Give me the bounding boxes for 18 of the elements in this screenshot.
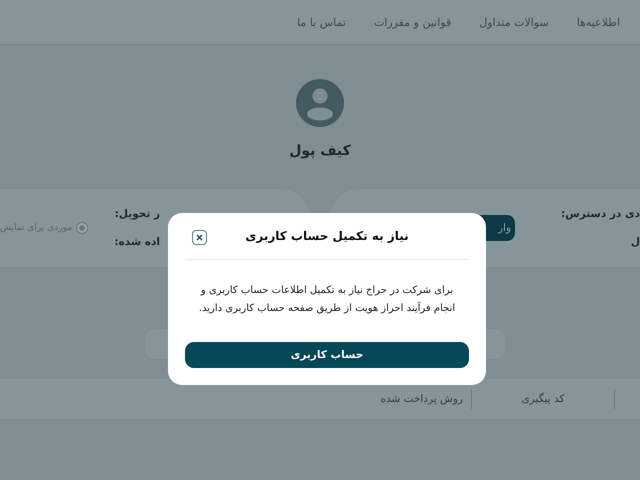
- card-label: اده شده:: [114, 236, 160, 248]
- column-header: روش پرداخت شده: [0, 389, 472, 409]
- column-header: کد پیگیری: [472, 389, 615, 409]
- nav-link[interactable]: سوالات متداول: [479, 16, 549, 28]
- nav-link[interactable]: قوانین و مقررات: [374, 16, 452, 28]
- avatar-icon: [296, 79, 344, 127]
- card-label: ل: [630, 236, 640, 248]
- wallet-title: کیف پول: [289, 143, 351, 159]
- account-button[interactable]: حساب کاربری: [185, 342, 469, 368]
- card-label: دی در دسترس:: [561, 208, 640, 220]
- card-label: ر تحویل:: [114, 208, 160, 220]
- radio-button[interactable]: [76, 222, 88, 234]
- close-icon: [196, 234, 203, 241]
- close-button[interactable]: [192, 230, 207, 245]
- dialog-message: برای شرکت در حراج نیاز به تکمیل اطلاعات حساب کاربری و انجام فرآیند احراز هویت از طریق صفحه حساب کاربری دارید.: [198, 284, 456, 316]
- dialog-title: نیاز به تکمیل حساب کاربری: [245, 229, 409, 243]
- nav-link[interactable]: اطلاعیه‌ها: [576, 16, 620, 28]
- nav-link[interactable]: تماس با ما: [297, 16, 346, 28]
